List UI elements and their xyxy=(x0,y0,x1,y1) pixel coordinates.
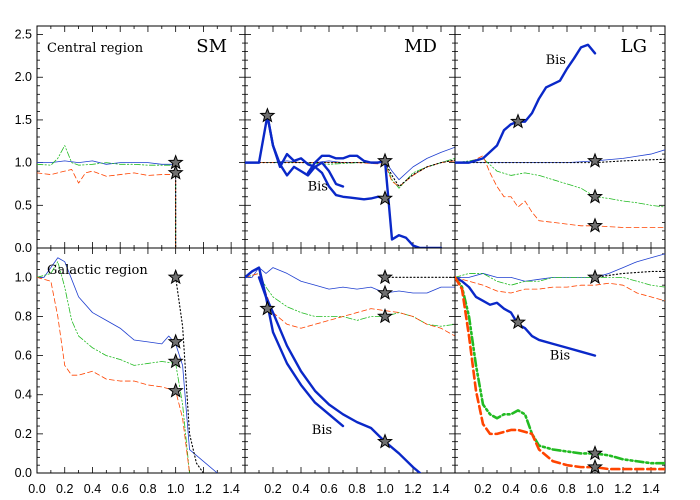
y-tick-label: 0.5 xyxy=(15,198,32,212)
y-tick-label: 2.5 xyxy=(15,28,32,42)
series-line-dashdot-green xyxy=(37,261,190,473)
y-tick-label: 0.0 xyxy=(15,466,32,480)
x-tick-label: 1.0 xyxy=(586,482,603,496)
x-tick-label: 0.0 xyxy=(28,482,45,496)
star-marker xyxy=(167,382,184,398)
region-label: Galactic region xyxy=(47,263,148,278)
panel-top-left: 0.0 0.5 1.0 1.5 2.0 2.5 SM Central region xyxy=(15,25,246,255)
panel-frame xyxy=(36,247,246,474)
star-marker xyxy=(586,268,604,285)
series-line-thick-dashed-red xyxy=(455,276,665,471)
series-line-thick-blue xyxy=(245,266,422,473)
series-line-thin-blue xyxy=(37,160,177,248)
star-marker xyxy=(586,188,604,204)
series-line-dotted-black xyxy=(245,159,455,188)
star-marker xyxy=(586,152,604,168)
panel-bottom-middle: 0.2 0.4 0.6 0.8 1.0 1.2 1.4 Bis xyxy=(244,247,456,496)
series-line-dashdot-green xyxy=(455,273,665,288)
x-tick-label: 1.0 xyxy=(167,482,184,496)
x-tick-label: 0.6 xyxy=(112,482,129,496)
panel-frame xyxy=(244,25,456,249)
x-tick-label: 0.8 xyxy=(348,482,365,496)
bis-annotation: Bis xyxy=(312,423,332,438)
series-line-dashed-red xyxy=(455,155,665,228)
x-tick-label: 1.2 xyxy=(195,482,212,496)
y-tick-label: 0.6 xyxy=(15,349,32,363)
x-tick-label: 1.2 xyxy=(614,482,631,496)
y-tick-label: 1.0 xyxy=(15,270,32,284)
x-tick-label: 0.4 xyxy=(502,482,519,496)
series-line-dashed-red xyxy=(245,160,455,187)
series-line-dashed-red xyxy=(245,273,455,337)
star-marker xyxy=(509,113,527,129)
series-line-thick-blue xyxy=(266,114,345,188)
series-line-dotted-black xyxy=(455,158,665,164)
y-tick-label: 0.2 xyxy=(15,427,32,441)
bis-annotation: Bis xyxy=(308,180,328,195)
y-tick-label: 1.5 xyxy=(15,113,32,127)
panel-bottom-right: 0.2 0.4 0.6 0.8 1.0 1.2 1.4 Bis xyxy=(454,247,666,496)
series-line-dotted-black xyxy=(175,276,204,473)
x-tick-label: 0.2 xyxy=(474,482,491,496)
bis-annotation: Bis xyxy=(546,53,566,68)
series-line-dashed-red xyxy=(455,276,665,302)
x-tick-label: 0.2 xyxy=(264,482,281,496)
x-tick-label: 0.8 xyxy=(558,482,575,496)
star-marker xyxy=(167,333,184,349)
panel-top-middle: Bis MD xyxy=(244,25,456,249)
panel-label: LG xyxy=(621,36,647,57)
series-line-dashdot-green xyxy=(455,157,665,208)
series-line-dashed-red xyxy=(37,276,190,473)
y-tick-label: 0.0 xyxy=(15,241,32,255)
series-line-dashdot-green xyxy=(37,145,177,248)
series-line-thick-dashdot-green xyxy=(455,276,665,465)
y-tick-label: 0.8 xyxy=(15,309,32,323)
x-tick-label: 0.6 xyxy=(530,482,547,496)
star-marker xyxy=(376,284,394,300)
star-marker xyxy=(586,445,604,461)
panel-frame xyxy=(36,25,246,249)
x-tick-label: 1.4 xyxy=(642,482,659,496)
x-tick-label: 1.2 xyxy=(404,482,421,496)
star-marker xyxy=(376,268,394,285)
panel-bottom-left: 0.0 0.2 0.4 0.6 0.8 1.0 0.0 0.2 0.4 0.6 0.8 1.0 1.2 1… xyxy=(15,247,246,496)
panel-label: SM xyxy=(196,36,227,57)
series-line-thick-blue xyxy=(257,276,345,428)
x-tick-label: 0.4 xyxy=(84,482,101,496)
series-line-dashed-red xyxy=(37,169,177,248)
x-tick-label: 0.8 xyxy=(139,482,156,496)
y-tick-label: 0.4 xyxy=(15,388,32,402)
panel-frame xyxy=(244,247,456,474)
star-marker xyxy=(586,217,604,233)
x-tick-label: 0.4 xyxy=(292,482,309,496)
panel-label: MD xyxy=(404,36,437,57)
x-tick-label: 1.0 xyxy=(376,482,393,496)
x-tick-label: 1.4 xyxy=(432,482,449,496)
panel-top-right: Bis LG xyxy=(454,25,666,249)
series-line-thick-blue xyxy=(455,43,597,164)
series-line-thin-blue xyxy=(37,257,218,473)
figure-canvas: 0.00.51.01.52.02.5SMCentral regionBisMDB… xyxy=(15,25,666,496)
x-tick-label: 0.6 xyxy=(320,482,337,496)
x-tick-label: 0.2 xyxy=(56,482,73,496)
series-line-thin-blue xyxy=(245,267,455,294)
bis-annotation: Bis xyxy=(550,349,570,364)
y-tick-label: 1.0 xyxy=(15,156,32,170)
x-tick-label: 1.4 xyxy=(222,482,239,496)
y-tick-label: 2.0 xyxy=(15,70,32,84)
region-label: Central region xyxy=(47,41,144,56)
series-line-dotted-black xyxy=(175,162,204,248)
